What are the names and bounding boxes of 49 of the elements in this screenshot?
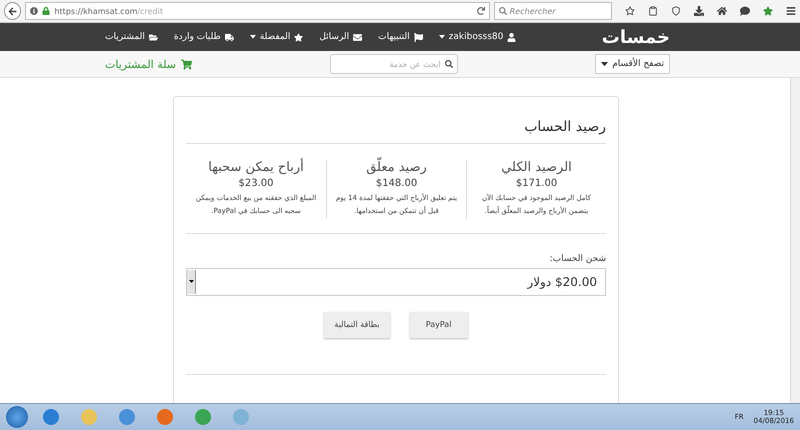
section-title: رصيد الحساب bbox=[186, 113, 606, 144]
browse-categories-button[interactable]: تصفح الأقسام bbox=[595, 54, 670, 74]
site-logo[interactable]: خمسات bbox=[602, 26, 670, 48]
nav-link[interactable]: المفضلة bbox=[250, 32, 304, 42]
address-bar[interactable]: https://khamsat.com/credit bbox=[25, 2, 490, 20]
back-arrow-icon bbox=[8, 6, 18, 16]
browser-search-field[interactable]: Rechercher bbox=[494, 2, 612, 20]
search-placeholder: Rechercher bbox=[510, 6, 556, 16]
url-text: https://khamsat.com/credit bbox=[54, 6, 163, 16]
balance-amount: $148.00 bbox=[376, 178, 418, 189]
nav-link[interactable]: التنبيهات bbox=[378, 32, 423, 42]
scrollbar[interactable] bbox=[790, 78, 800, 403]
search-placeholder: ابحث عن خدمة bbox=[389, 60, 441, 68]
caret-icon bbox=[250, 35, 256, 39]
info-icon bbox=[30, 7, 38, 15]
payment-button[interactable]: بطاقة التمالية bbox=[324, 312, 390, 338]
amount-select[interactable]: $20.00 دولار bbox=[186, 268, 606, 296]
payment-button[interactable]: PayPal bbox=[410, 312, 468, 338]
dropdown-arrow-icon bbox=[188, 280, 194, 284]
bookmark-star-icon[interactable] bbox=[625, 6, 635, 16]
nav-link[interactable]: طلبات واردة bbox=[174, 32, 234, 42]
back-button[interactable] bbox=[4, 2, 22, 20]
search-icon bbox=[444, 60, 453, 68]
home-icon[interactable] bbox=[717, 6, 727, 16]
start-button[interactable] bbox=[6, 406, 28, 428]
folder-icon bbox=[148, 32, 158, 42]
balance-amount: $171.00 bbox=[516, 178, 558, 189]
envelope-icon bbox=[353, 32, 362, 42]
search-icon bbox=[498, 7, 507, 15]
balance-title: الرصيد الكلي bbox=[501, 160, 572, 175]
star-icon bbox=[294, 32, 304, 42]
menu-icon[interactable] bbox=[786, 6, 796, 16]
charge-label: شحن الحساب: bbox=[548, 254, 606, 264]
caret-icon bbox=[438, 35, 445, 39]
lock-icon bbox=[42, 7, 50, 15]
nav-link[interactable]: المشتريات bbox=[105, 32, 158, 42]
nav-link[interactable]: الرسائل bbox=[319, 32, 362, 42]
chat-icon[interactable] bbox=[740, 6, 750, 16]
balance-amount: $23.00 bbox=[238, 178, 274, 189]
reload-icon[interactable] bbox=[476, 7, 485, 15]
flag-icon bbox=[414, 32, 423, 42]
nav-link[interactable]: zakibosss80 bbox=[438, 32, 516, 42]
user-icon bbox=[507, 32, 516, 42]
cart-icon bbox=[181, 58, 192, 70]
download-icon[interactable] bbox=[694, 6, 704, 16]
truck-icon bbox=[224, 32, 234, 42]
caret-icon bbox=[601, 62, 608, 66]
balance-title: أرباح يمكن سحبها bbox=[208, 160, 304, 175]
clipboard-icon[interactable] bbox=[648, 6, 658, 16]
